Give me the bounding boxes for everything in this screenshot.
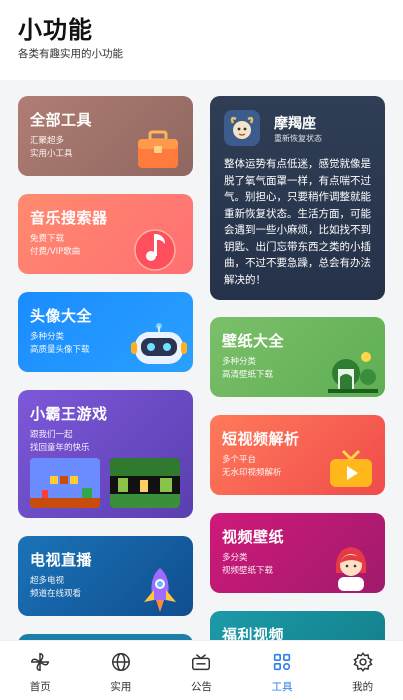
live-tv-card[interactable]: 电视直播 超多电视 频道在线观看 (18, 536, 193, 616)
gear-icon (353, 652, 373, 672)
page-header: 小功能 各类有趣实用的小功能 (0, 0, 403, 80)
nav-label: 实用 (110, 681, 132, 693)
card-desc: 跟我们一起 (30, 430, 73, 440)
card-desc: 多个平台 (222, 455, 257, 465)
girl-avatar-icon (335, 547, 367, 591)
card-title: 头像大全 (30, 307, 93, 325)
rocket-icon (144, 568, 176, 612)
avatar-collection-card[interactable]: 头像大全 多种分类 高质量头像下载 (18, 292, 193, 372)
robot-icon (131, 323, 187, 364)
nav-label: 首页 (29, 681, 51, 693)
page-title: 小功能 (18, 16, 93, 44)
short-video-card[interactable]: 短视频解析 多个平台 无水印视频解析 (210, 415, 385, 495)
game-screenshot-image (30, 458, 100, 508)
music-note-icon (134, 229, 176, 271)
notice-icon (192, 654, 211, 671)
capricorn-icon (224, 110, 260, 146)
card-desc: 付费/VIP歌曲 (30, 247, 81, 257)
card-title: 小霸王游戏 (30, 405, 108, 423)
card-desc: 高质量头像下载 (30, 345, 90, 355)
nav-label: 公告 (190, 681, 212, 693)
nav-item-notice[interactable]: 公告 (161, 641, 242, 700)
card-desc: 找回童年的快乐 (30, 443, 90, 453)
card-desc: 实用小工具 (30, 149, 73, 159)
globe-icon (111, 653, 130, 671)
nav-item-home[interactable]: 首页 (0, 641, 81, 700)
wallpaper-card[interactable]: 壁纸大全 多种分类 高清壁纸下载 (210, 317, 385, 397)
card-desc: 汇聚超多 (30, 136, 65, 146)
nav-item-mine[interactable]: 我的 (322, 641, 403, 700)
nav-item-tools[interactable]: 工具 (242, 641, 323, 700)
horoscope-name: 摩羯座 (274, 116, 316, 132)
card-title: 电视直播 (30, 551, 93, 569)
grid-icon (273, 653, 291, 671)
page-subtitle: 各类有趣实用的小功能 (18, 48, 123, 60)
toolbox-icon (138, 130, 178, 168)
all-tools-card[interactable]: 全部工具 汇聚超多 实用小工具 (18, 96, 193, 176)
card-title: 福利视频 (222, 626, 285, 640)
music-search-card[interactable]: 音乐搜索器 免费下载 付费/VIP歌曲 (18, 194, 193, 274)
play-tv-icon (330, 449, 372, 487)
card-desc: 免费下载 (30, 234, 65, 244)
card-desc: 多分类 (222, 553, 248, 563)
retro-game-card[interactable]: 小霸王游戏 跟我们一起 找回童年的快乐 (18, 390, 193, 518)
nav-label: 工具 (271, 681, 293, 693)
card-desc: 多种分类 (30, 332, 65, 342)
card-desc: 视频壁纸下载 (222, 566, 274, 576)
bottom-navigation: 首页 实用 公告 工具 我的 (0, 640, 403, 700)
welfare-video-card[interactable]: 福利视频 (210, 611, 385, 640)
card-title: 壁纸大全 (222, 332, 285, 350)
card-desc: 频道在线观看 (30, 589, 82, 599)
horoscope-status: 重新恢复状态 (274, 134, 322, 143)
card-title: 音乐搜索器 (30, 209, 108, 227)
card-title: 全部工具 (30, 111, 93, 129)
card-desc: 无水印视频解析 (222, 468, 282, 478)
nav-label: 我的 (352, 681, 374, 693)
features-grid: 全部工具 汇聚超多 实用小工具 音乐搜索器 免费下载 付费/VIP歌曲 头像大全… (0, 80, 403, 640)
card-desc: 高清壁纸下载 (222, 370, 274, 380)
card-title: 视频壁纸 (222, 528, 285, 546)
card-desc: 超多电视 (30, 576, 65, 586)
horoscope-card[interactable]: 摩羯座 重新恢复状态 整体运势有点低迷，感觉就像是脱了氧气面罩一样，有点喘不过气… (210, 96, 385, 300)
pinwheel-icon (31, 652, 50, 672)
card-title: 短视频解析 (222, 430, 300, 448)
horoscope-text: 整体运势有点低迷，感觉就像是脱了氧气面罩一样，有点喘不过气。别担心，只要稍作调整… (224, 158, 371, 286)
video-wallpaper-card[interactable]: 视频壁纸 多分类 视频壁纸下载 (210, 513, 385, 593)
nav-item-practical[interactable]: 实用 (81, 641, 162, 700)
landscape-icon (328, 352, 378, 393)
game-screenshot-image (110, 458, 180, 508)
card-desc: 多种分类 (222, 357, 257, 367)
